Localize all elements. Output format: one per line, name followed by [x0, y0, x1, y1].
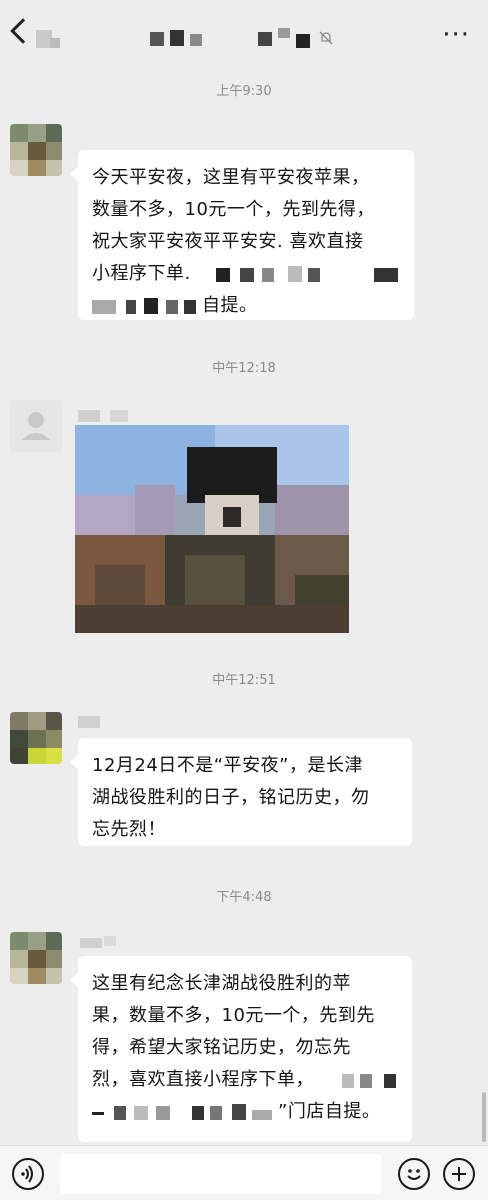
person-icon: [22, 412, 50, 440]
message-tail: 自提。: [202, 295, 258, 316]
emoji-icon[interactable]: [398, 1158, 430, 1190]
message-line: 得，希望大家铭记历史，勿忘先: [92, 1037, 351, 1058]
message-bubble[interactable]: 今天平安夜，这里有平安夜苹果， 数量不多，10元一个，先到先得， 祝大家平安夜平…: [70, 150, 414, 320]
message-line: 这里有纪念长津湖战役胜利的苹: [92, 973, 351, 994]
more-dots-icon[interactable]: ···: [442, 22, 470, 48]
message-line: 今天平安夜，这里有平安夜苹果，: [92, 167, 370, 188]
timestamp: 上午9:30: [216, 84, 272, 99]
message-input[interactable]: [60, 1154, 382, 1194]
message-line: 烈，喜欢直接小程序下单，: [92, 1069, 314, 1090]
avatar-default[interactable]: [10, 400, 62, 452]
avatar[interactable]: [10, 932, 62, 984]
message-tail: ”门店自提。: [278, 1101, 381, 1122]
message-line: 12月24日不是“平安夜”，是长津: [92, 755, 363, 776]
image-message[interactable]: [75, 425, 349, 633]
timestamp: 中午12:18: [212, 361, 276, 376]
chat-header: ···: [0, 0, 488, 70]
plus-icon[interactable]: [443, 1158, 475, 1190]
input-bar: [0, 1145, 488, 1200]
message-line: 湖战役胜利的日子，铭记历史，勿: [92, 787, 370, 808]
scrollbar[interactable]: [482, 1092, 486, 1142]
chevron-left-icon[interactable]: [10, 18, 36, 44]
message-line: 数量不多，10元一个，先到先得，: [92, 199, 375, 220]
bell-mute-icon: [319, 31, 333, 45]
message-line: 祝大家平安夜平平安安. 喜欢直接: [92, 231, 364, 252]
message-line: 小程序下单.: [92, 263, 191, 284]
timestamp: 下午4:48: [216, 890, 272, 905]
message-bubble[interactable]: 这里有纪念长津湖战役胜利的苹 果，数量不多，10元一个，先到先 得，希望大家铭记…: [70, 956, 412, 1142]
timestamp: 中午12:51: [212, 673, 276, 688]
avatar[interactable]: [10, 712, 62, 764]
voice-icon[interactable]: [12, 1158, 44, 1190]
avatar[interactable]: [10, 124, 62, 176]
message-bubble[interactable]: 12月24日不是“平安夜”，是长津 湖战役胜利的日子，铭记历史，勿 忘先烈！: [70, 738, 412, 846]
message-line: 忘先烈！: [92, 819, 166, 840]
chat-title-obscured: [150, 28, 340, 50]
message-line: 果，数量不多，10元一个，先到先: [92, 1005, 375, 1026]
